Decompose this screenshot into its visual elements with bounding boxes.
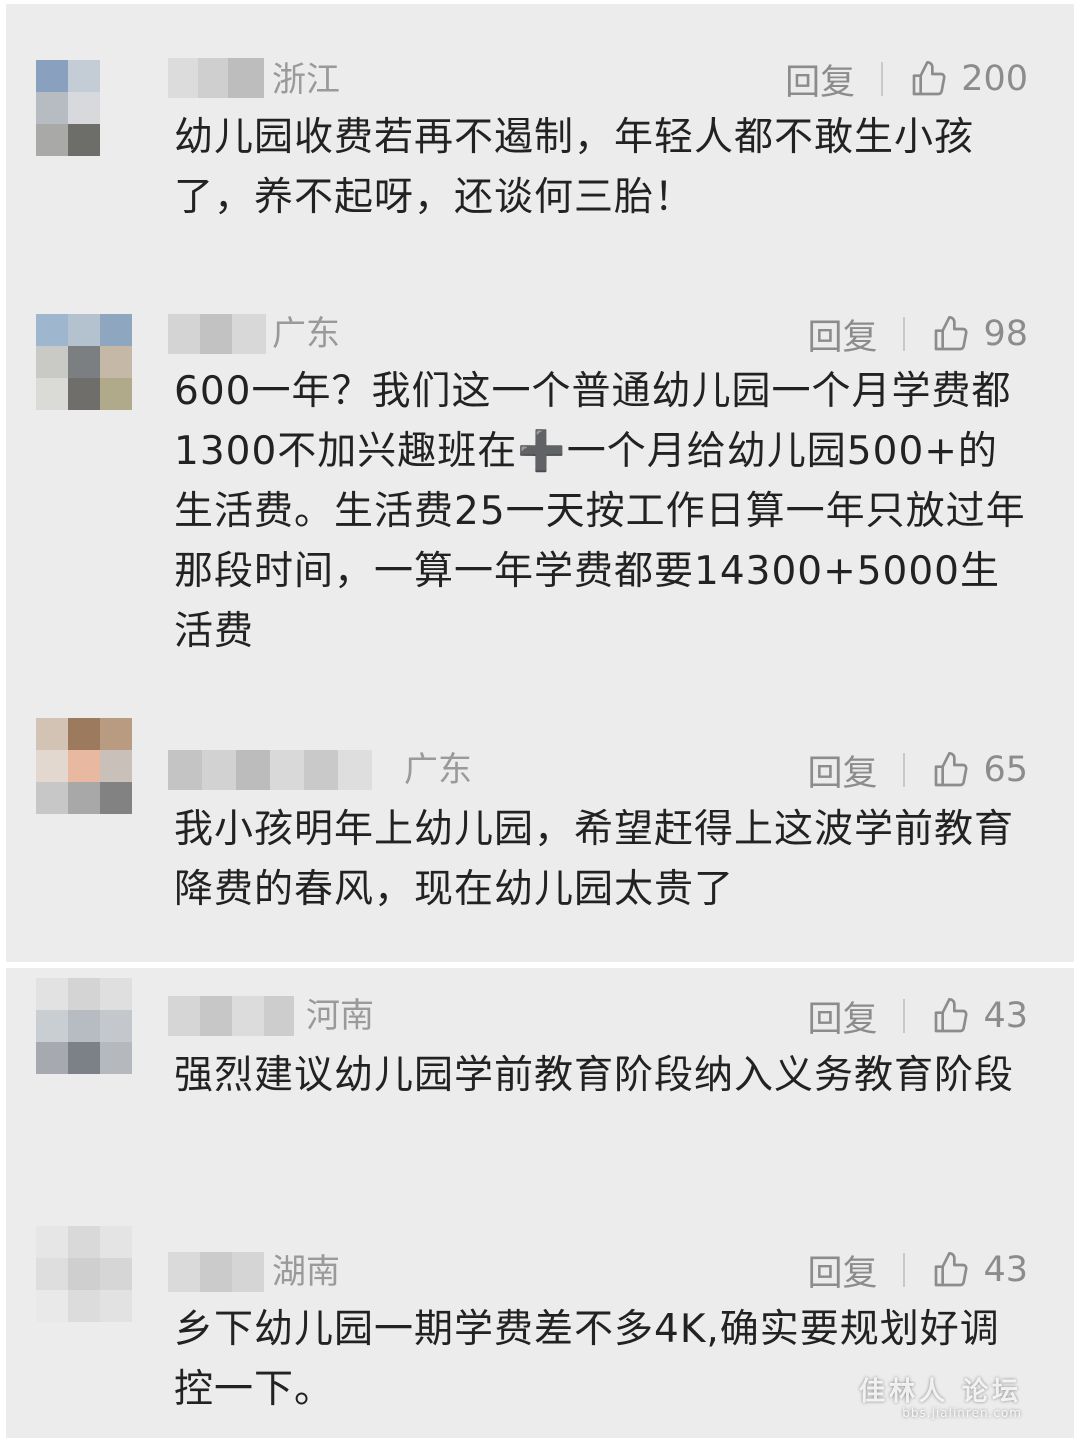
commenter-region: 河南	[306, 996, 374, 1036]
avatar[interactable]	[36, 314, 132, 410]
commenter-region: 广东	[272, 314, 340, 354]
comment-actions: 回复 200	[785, 57, 1028, 103]
thumbs-up-icon[interactable]	[931, 996, 971, 1036]
avatar[interactable]	[36, 718, 132, 814]
divider	[903, 753, 906, 787]
comment-actions: 回复 98	[807, 312, 1028, 358]
commenter-region: 浙江	[272, 60, 340, 100]
avatar[interactable]	[36, 60, 132, 156]
like-count: 65	[983, 750, 1028, 790]
comments-panel-top: 浙江 回复 200 幼儿园收费若再不遏制，年轻人都不敢生小孩了，养不起呀，还谈何…	[6, 4, 1074, 962]
nickname-blurred	[168, 58, 268, 98]
nickname-blurred	[168, 1252, 268, 1292]
thumbs-up-icon[interactable]	[931, 314, 971, 354]
watermark-sub: bbs.jialinren.com	[902, 1406, 1022, 1420]
comment-item: 浙江 回复 200 幼儿园收费若再不遏制，年轻人都不敢生小孩了，养不起呀，还谈何…	[6, 4, 1074, 264]
nickname-blurred	[168, 996, 298, 1036]
comment-actions: 回复 43	[807, 1248, 1028, 1294]
divider	[903, 1253, 906, 1287]
like-count: 43	[983, 1250, 1028, 1290]
avatar[interactable]	[36, 978, 132, 1074]
divider	[881, 62, 884, 96]
divider	[903, 999, 906, 1033]
commenter-region: 湖南	[272, 1252, 340, 1292]
comment-text: 600一年？我们这一个普通幼儿园一个月学费都1300不加兴趣班在➕一个月给幼儿园…	[174, 369, 1026, 654]
commenter-region: 广东	[404, 750, 472, 790]
watermark-main: 佳林人 论坛	[858, 1377, 1022, 1407]
comment-text: 我小孩明年上幼儿园，希望赶得上这波学前教育降费的春风，现在幼儿园太贵了	[174, 807, 1015, 912]
comment-actions: 回复 43	[807, 994, 1028, 1040]
avatar[interactable]	[36, 1226, 132, 1322]
comment-text: 强烈建议幼儿园学前教育阶段纳入义务教育阶段	[174, 1053, 1015, 1098]
nickname-blurred	[168, 314, 268, 354]
comment-text: 幼儿园收费若再不遏制，年轻人都不敢生小孩了，养不起呀，还谈何三胎！	[174, 115, 975, 220]
like-count: 200	[961, 59, 1028, 99]
nickname-blurred	[168, 750, 398, 790]
comments-panel-bottom: 河南 回复 43 强烈建议幼儿园学前教育阶段纳入义务教育阶段 湖南 回复 43 …	[6, 968, 1074, 1438]
like-count: 98	[983, 314, 1028, 354]
reply-button[interactable]: 回复	[785, 54, 855, 105]
reply-button[interactable]: 回复	[807, 991, 877, 1042]
reply-button[interactable]: 回复	[807, 309, 877, 360]
site-watermark: 佳林人 论坛 bbs.jialinren.com	[859, 1371, 1022, 1420]
reply-button[interactable]: 回复	[807, 1245, 877, 1296]
comment-actions: 回复 65	[807, 748, 1028, 794]
comment-item: 河南 回复 43 强烈建议幼儿园学前教育阶段纳入义务教育阶段	[6, 968, 1074, 1208]
reply-button[interactable]: 回复	[807, 745, 877, 796]
comment-item: 广东 回复 98 600一年？我们这一个普通幼儿园一个月学费都1300不加兴趣班…	[6, 266, 1074, 706]
thumbs-up-icon[interactable]	[931, 750, 971, 790]
comment-item: 广东 回复 65 我小孩明年上幼儿园，希望赶得上这波学前教育降费的春风，现在幼儿…	[6, 708, 1074, 958]
thumbs-up-icon[interactable]	[909, 59, 949, 99]
like-count: 43	[983, 996, 1028, 1036]
divider	[903, 317, 906, 351]
thumbs-up-icon[interactable]	[931, 1250, 971, 1290]
